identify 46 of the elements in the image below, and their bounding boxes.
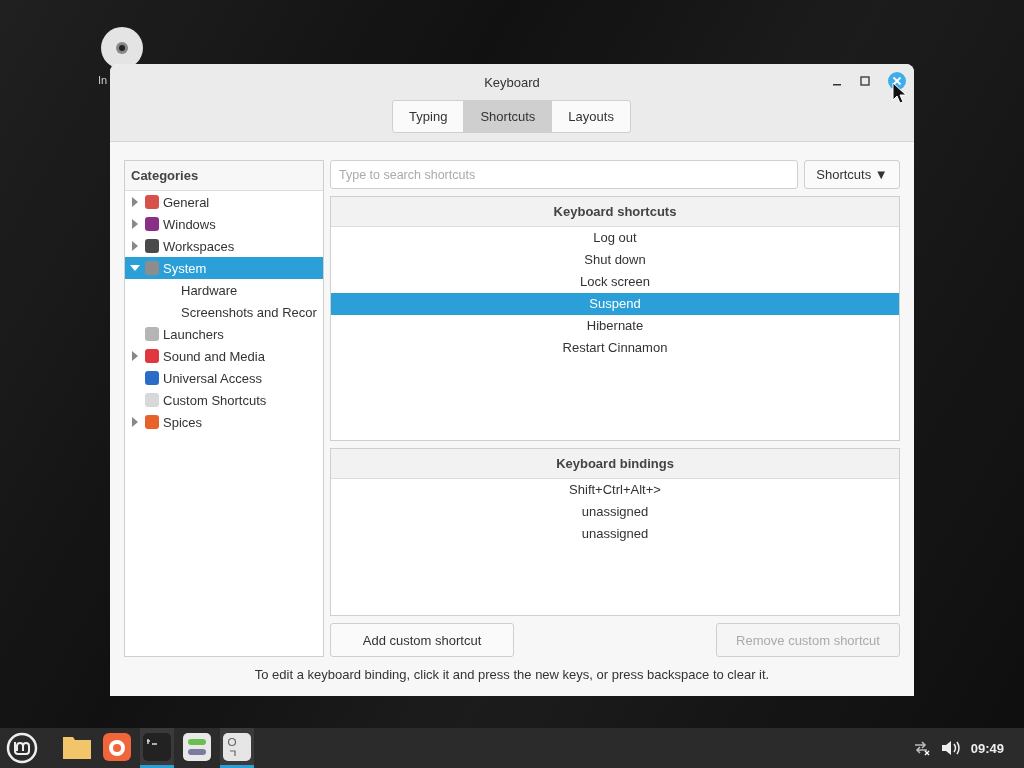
category-item[interactable]: Hardware (125, 279, 323, 301)
expander-icon[interactable] (130, 219, 140, 229)
tab[interactable]: Shortcuts (463, 100, 553, 133)
expander-icon[interactable] (130, 263, 140, 273)
category-item[interactable]: Workspaces (125, 235, 323, 257)
search-field[interactable]: Type to search shortcuts (330, 160, 798, 189)
toggles-icon (183, 732, 211, 761)
expander-icon[interactable] (130, 197, 140, 207)
tab[interactable]: Typing (392, 100, 465, 133)
clock[interactable]: 09:49 (970, 740, 1004, 756)
column-header: Keyboard shortcuts (331, 197, 899, 227)
volume-icon[interactable] (940, 740, 961, 756)
shortcut-row[interactable]: Hibernate (331, 315, 899, 337)
shortcut-row[interactable]: Restart Cinnamon (331, 337, 899, 359)
category-item[interactable]: Custom Shortcuts (125, 389, 323, 411)
cursor-icon (892, 82, 908, 104)
binding-row[interactable]: Shift+Ctrl+Alt+> (331, 479, 899, 501)
category-item[interactable]: Universal Access (125, 367, 323, 389)
expander-icon[interactable] (130, 351, 140, 361)
category-item[interactable]: General (125, 191, 323, 213)
binding-row[interactable]: unassigned (331, 501, 899, 523)
category-item[interactable]: Sound and Media (125, 345, 323, 367)
add-button[interactable]: Add custom shortcut (330, 623, 514, 657)
terminal-icon (143, 732, 171, 761)
category-item[interactable]: Spices (125, 411, 323, 433)
shortcut-row[interactable]: Lock screen (331, 271, 899, 293)
filter-dropdown[interactable]: Shortcuts ▼ (804, 160, 900, 189)
maximize-icon[interactable] (860, 76, 870, 86)
column-header: Categories (125, 161, 323, 191)
menu-icon[interactable] (6, 732, 38, 764)
shortcut-row[interactable]: Shut down (331, 249, 899, 271)
tab[interactable]: Layouts (551, 100, 631, 133)
hint-text: To edit a keyboard binding, click it and press the new keys, or press backspace to clear it. (253, 667, 771, 682)
category-item[interactable]: Windows (125, 213, 323, 235)
taskbar-item[interactable] (220, 728, 254, 768)
category-item[interactable]: Launchers (125, 323, 323, 345)
category-item[interactable]: Screenshots and Recor (125, 301, 323, 323)
expander-icon[interactable] (130, 241, 140, 251)
desktop-icon-label: In (98, 74, 108, 86)
window-title: Keyboard (484, 74, 540, 90)
column-header: Keyboard bindings (331, 449, 899, 479)
expander-icon[interactable] (130, 417, 140, 427)
network-icon[interactable] (912, 740, 931, 756)
binding-row[interactable]: unassigned (331, 523, 899, 545)
shortcut-row[interactable]: Log out (331, 227, 899, 249)
browser-icon (103, 732, 131, 761)
